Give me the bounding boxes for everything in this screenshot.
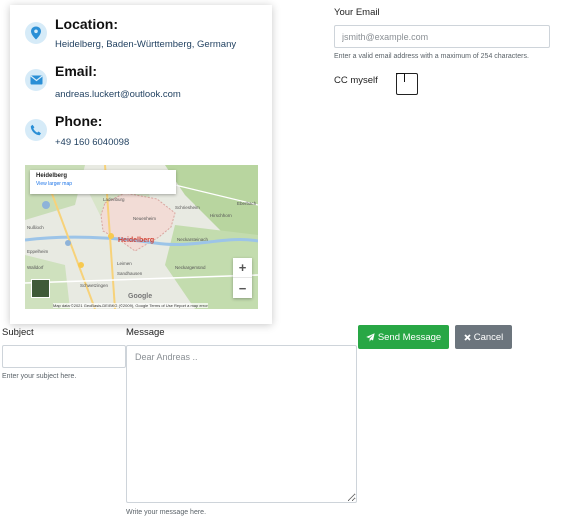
subject-input[interactable] bbox=[2, 345, 126, 368]
map-zoom-controls: + − bbox=[233, 258, 252, 298]
zoom-out-button[interactable]: − bbox=[233, 278, 252, 298]
your-email-input[interactable] bbox=[334, 25, 550, 48]
map-label: Schriesheim bbox=[175, 205, 200, 210]
email-link[interactable]: andreas.luckert@outlook.com bbox=[55, 89, 181, 100]
map-pin-icon bbox=[25, 22, 47, 44]
map-label: Leimen bbox=[117, 261, 132, 266]
google-logo: Google bbox=[128, 293, 153, 300]
times-icon bbox=[464, 333, 471, 341]
your-email-label: Your Email bbox=[334, 7, 380, 18]
send-message-button[interactable]: Send Message bbox=[358, 325, 449, 349]
location-title: Location: bbox=[55, 16, 118, 32]
cc-myself-label: CC myself bbox=[334, 75, 378, 86]
cancel-label: Cancel bbox=[473, 331, 504, 343]
map-label: Ladenburg bbox=[103, 197, 125, 202]
map-place-name: Heidelberg bbox=[36, 173, 68, 179]
map-label: Schwetzingen bbox=[80, 283, 109, 288]
map-label: Neckargemünd bbox=[175, 265, 206, 270]
location-value: Heidelberg, Baden-Württemberg, Germany bbox=[55, 39, 237, 50]
map-label: Eppelheim bbox=[27, 249, 49, 254]
cancel-button[interactable]: Cancel bbox=[455, 325, 512, 349]
view-larger-map-link[interactable]: View larger map bbox=[36, 181, 170, 187]
send-message-label: Send Message bbox=[377, 331, 442, 343]
message-label: Message bbox=[126, 327, 165, 338]
your-email-hint: Enter a valid email address with a maxim… bbox=[334, 53, 529, 60]
message-textarea[interactable] bbox=[126, 345, 357, 503]
map-label: Neuenheim bbox=[133, 216, 157, 221]
subject-hint: Enter your subject here. bbox=[2, 373, 77, 380]
subject-label: Subject bbox=[2, 327, 34, 338]
map-label: Neckarsteinach bbox=[177, 237, 209, 242]
map-city-label: Heidelberg bbox=[118, 237, 155, 244]
phone-icon bbox=[25, 119, 47, 141]
map-label: Walldorf bbox=[27, 265, 44, 270]
phone-title: Phone: bbox=[55, 113, 103, 129]
map-label: Sandhausen bbox=[117, 271, 143, 276]
embedded-map[interactable]: Ladenburg Neuenheim Schriesheim Leimen S… bbox=[25, 165, 258, 309]
contact-card: Location: Heidelberg, Baden-Württemberg,… bbox=[10, 5, 272, 324]
map-label: Hirschhorn bbox=[210, 213, 232, 218]
map-label: Eberbach bbox=[237, 201, 257, 206]
phone-link[interactable]: +49 160 6040098 bbox=[55, 137, 129, 148]
envelope-icon bbox=[25, 69, 47, 91]
map-attribution: Map data ©2021 GeoBasis-DE/BKG (©2009), … bbox=[53, 303, 208, 308]
paper-plane-icon bbox=[366, 332, 375, 342]
map-info-box: Heidelberg View larger map bbox=[30, 170, 176, 194]
email-title: Email: bbox=[55, 63, 98, 79]
zoom-in-button[interactable]: + bbox=[233, 258, 252, 278]
cc-myself-checkbox[interactable] bbox=[396, 73, 418, 95]
message-hint: Write your message here. bbox=[126, 509, 207, 516]
map-label: Nußloch bbox=[27, 225, 44, 230]
map-satellite-toggle[interactable] bbox=[31, 279, 50, 298]
